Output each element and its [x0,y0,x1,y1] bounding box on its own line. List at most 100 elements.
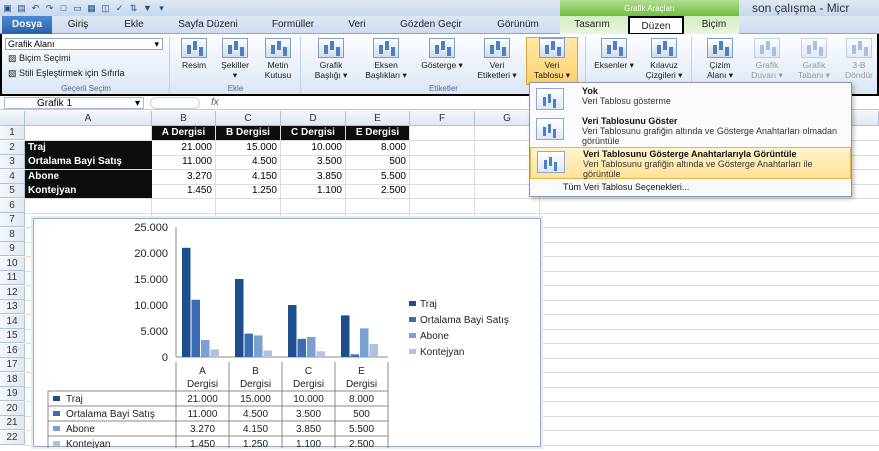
tab-format[interactable]: Biçim [692,16,736,34]
row-header-4[interactable]: 4 [0,169,25,184]
row-header-2[interactable]: 2 [0,140,25,155]
filter-icon[interactable]: ▼ [142,3,153,14]
row-header-17[interactable]: 17 [0,358,25,372]
value-cell[interactable]: 3.850 [281,170,345,184]
redo-icon[interactable]: ↷ [44,3,55,14]
name-box[interactable]: Grafik 1 ▾ [4,97,144,109]
value-cell[interactable]: 3.500 [281,155,345,169]
reset-style-button[interactable]: ▧ Stili Eşleştirmek için Sıfırla [8,68,125,79]
preview-icon[interactable]: ◫ [100,3,111,14]
tab-page-layout[interactable]: Sayfa Düzeni [168,16,248,34]
row-header-12[interactable]: 12 [0,285,25,300]
row-header-14[interactable]: 14 [0,314,25,329]
column-header-b[interactable]: B [152,111,216,126]
tab-layout[interactable]: Düzen [628,16,684,35]
sort-icon[interactable]: ⇅ [128,3,139,14]
header-cell[interactable]: A Dergisi [152,126,215,140]
row-header-15[interactable]: 15 [0,329,25,343]
value-cell[interactable]: 1.100 [281,184,345,198]
tab-formulas[interactable]: Formüller [262,16,324,34]
axes-button[interactable]: Eksenler ▾ [590,38,638,70]
new-file-icon[interactable]: □ [58,3,69,14]
customize-qat-icon[interactable]: ▾ [156,3,167,14]
column-header-a[interactable]: A [25,111,152,126]
value-cell[interactable]: 15.000 [216,141,280,155]
value-cell[interactable]: 1.450 [152,184,215,198]
legend-button[interactable]: Gösterge ▾ [416,38,468,70]
row-header-16[interactable]: 16 [0,343,25,358]
row-label-cell[interactable]: Kontejyan [25,184,152,198]
excel-icon[interactable]: ▣ [2,3,13,14]
value-cell[interactable]: 1.250 [216,184,280,198]
value-cell[interactable]: 11.000 [152,155,215,169]
more-data-table-options[interactable]: Tüm Veri Tablosu Seçenekleri... [563,182,689,192]
format-selection-button[interactable]: ▨ Biçim Seçimi [8,53,71,64]
rotation-3d-button[interactable]: 3-B Döndür [839,38,879,80]
column-header-e[interactable]: E [346,111,410,126]
chart-floor-button[interactable]: Grafik Tabanı ▾ [791,38,837,80]
insert-shapes-button[interactable]: Şekiller ▾ [215,38,255,80]
row-header-13[interactable]: 13 [0,300,25,314]
row-header-9[interactable]: 9 [0,242,25,256]
dropdown-item-show-table-with-legend[interactable]: Veri Tablosunu Gösterge Anahtarlarıyla G… [530,147,851,179]
value-cell[interactable]: 10.000 [281,141,345,155]
select-all-corner[interactable] [0,111,25,126]
plot-area-button[interactable]: Çizim Alanı ▾ [697,38,743,80]
row-label-cell[interactable]: Ortalama Bayi Satış [25,155,152,169]
open-folder-icon[interactable]: ▭ [72,3,83,14]
row-header-5[interactable]: 5 [0,184,25,198]
row-header-18[interactable]: 18 [0,372,25,387]
chart-title-button[interactable]: Grafik Başlığı ▾ [306,38,356,80]
column-header-f[interactable]: F [410,111,475,126]
insert-picture-button[interactable]: Resim [176,38,212,70]
tab-view[interactable]: Görünüm [486,16,550,34]
tab-review[interactable]: Gözden Geçir [390,16,472,34]
tab-file[interactable]: Dosya [2,16,52,34]
data-table-button[interactable]: Veri Tablosu ▾ [526,37,578,85]
row-header-7[interactable]: 7 [0,213,25,227]
header-cell[interactable]: E Dergisi [346,126,409,140]
header-cell[interactable]: B Dergisi [216,126,280,140]
value-cell[interactable]: 500 [346,155,409,169]
row-header-19[interactable]: 19 [0,387,25,401]
row-header-21[interactable]: 21 [0,416,25,430]
insert-function-icon[interactable]: fx [211,97,219,108]
tab-design[interactable]: Tasarım [566,16,618,34]
value-cell[interactable]: 4.500 [216,155,280,169]
column-header-c[interactable]: C [216,111,281,126]
row-label-cell[interactable]: Abone [25,169,152,184]
spell-check-icon[interactable]: ✓ [114,3,125,14]
chart-area[interactable]: 25.000 20.000 15.000 10.000 5.000 0 A Dergisi B D… [33,218,541,451]
print-icon[interactable]: ▦ [86,3,97,14]
value-cell[interactable]: 2.500 [346,184,409,198]
row-header-6[interactable]: 6 [0,198,25,213]
save-icon[interactable]: ▤ [16,3,27,14]
row-header-3[interactable]: 3 [0,155,25,169]
value-cell[interactable]: 5.500 [346,170,409,184]
row-header-22[interactable]: 22 [0,430,25,445]
chart-wall-button[interactable]: Grafik Duvarı ▾ [745,38,789,80]
undo-icon[interactable]: ↶ [30,3,41,14]
tab-data[interactable]: Veri [338,16,376,34]
axis-titles-button[interactable]: Eksen Başlıkları ▾ [358,38,414,80]
gridlines-button[interactable]: Kılavuz Çizgileri ▾ [640,38,688,80]
value-cell[interactable]: 3.270 [152,170,215,184]
row-header-8[interactable]: 8 [0,227,25,242]
tab-insert[interactable]: Ekle [112,16,156,34]
dropdown-item-none[interactable]: Yok Veri Tablosu gösterme [530,85,851,113]
column-header-d[interactable]: D [281,111,346,126]
row-header-10[interactable]: 10 [0,256,25,271]
data-labels-button[interactable]: Veri Etiketleri ▾ [470,38,524,80]
row-header-1[interactable]: 1 [0,126,25,140]
value-cell[interactable]: 21.000 [152,141,215,155]
row-label-cell[interactable]: Traj [25,140,152,155]
header-cell[interactable]: C Dergisi [281,126,345,140]
tab-home[interactable]: Giriş [58,16,98,34]
row-header-20[interactable]: 20 [0,401,25,416]
insert-textbox-button[interactable]: Metin Kutusu [257,38,299,80]
row-header-11[interactable]: 11 [0,271,25,285]
value-cell[interactable]: 4.150 [216,170,280,184]
value-cell[interactable]: 8.000 [346,141,409,155]
chart-element-selector[interactable]: Grafik Alanı ▾ [5,38,163,50]
dropdown-item-show-table[interactable]: Veri Tablosunu Göster Veri Tablosunu gra… [530,115,851,147]
